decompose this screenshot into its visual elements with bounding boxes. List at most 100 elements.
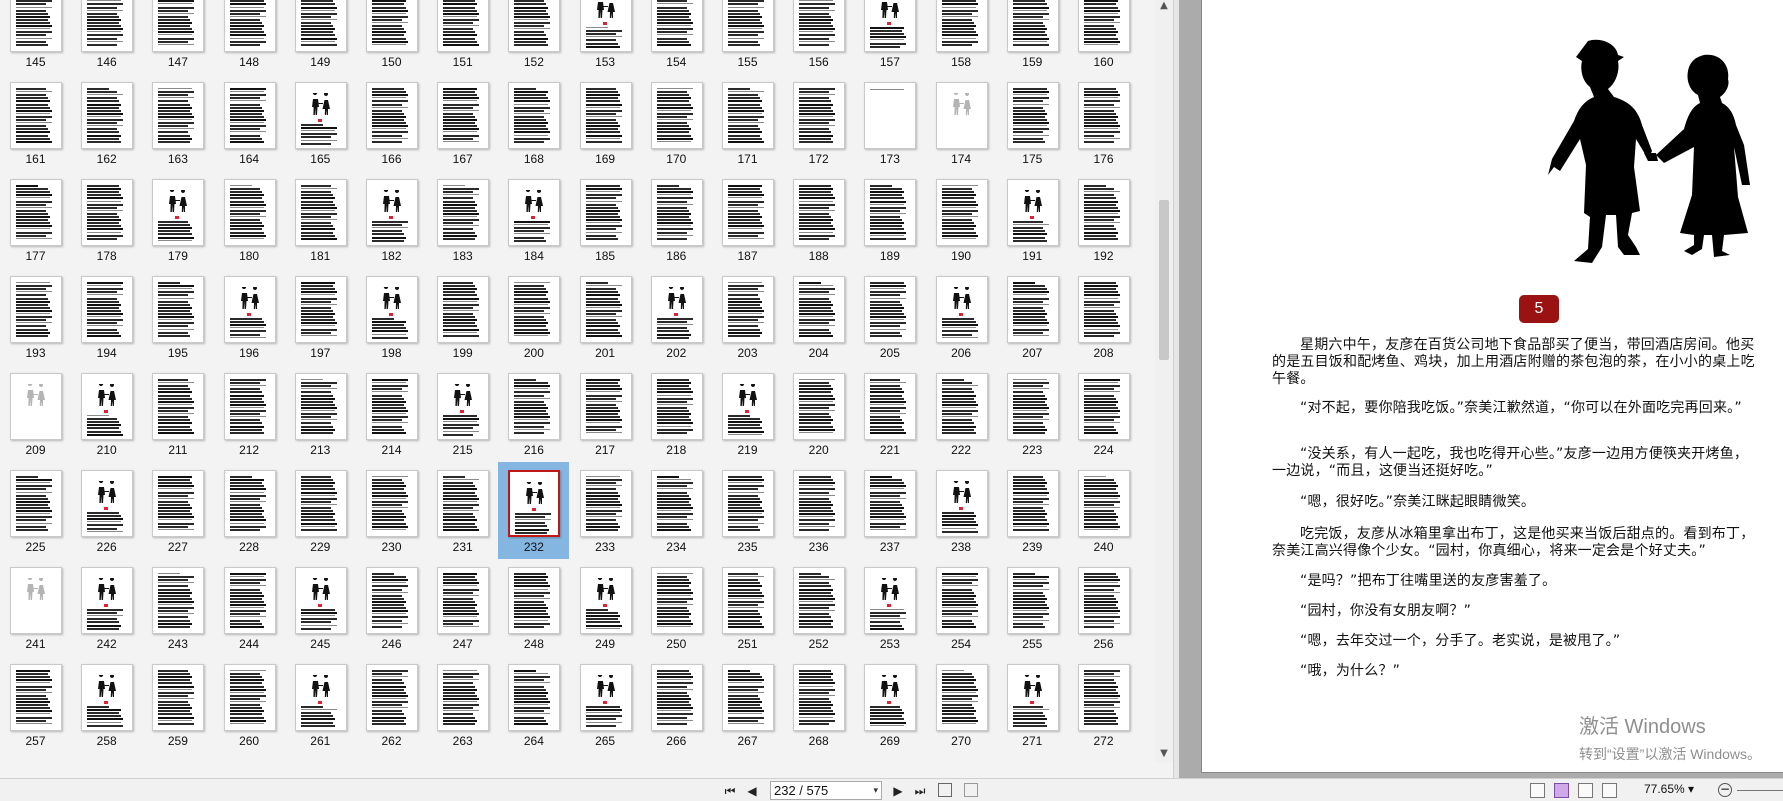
page-thumbnail[interactable]: 167 bbox=[427, 74, 498, 171]
page-thumbnail[interactable]: 149 bbox=[285, 0, 356, 74]
page-thumbnail[interactable]: 201 bbox=[570, 268, 641, 365]
rotate-left-icon[interactable] bbox=[938, 783, 952, 797]
scrollbar-thumb[interactable] bbox=[1159, 200, 1169, 360]
page-thumbnail[interactable]: 247 bbox=[427, 559, 498, 656]
page-thumbnail[interactable]: 157 bbox=[854, 0, 925, 74]
page-thumbnail[interactable]: 223 bbox=[997, 365, 1068, 462]
page-thumbnail[interactable]: 172 bbox=[783, 74, 854, 171]
chevron-down-icon[interactable]: ▾ bbox=[873, 782, 878, 799]
two-page-continuous-view-icon[interactable] bbox=[1602, 783, 1617, 798]
page-thumbnail[interactable]: 153 bbox=[570, 0, 641, 74]
page-thumbnail[interactable]: 159 bbox=[997, 0, 1068, 74]
page-thumbnail[interactable]: 268 bbox=[783, 656, 854, 753]
page-thumbnail[interactable]: 181 bbox=[285, 171, 356, 268]
page-thumbnail[interactable]: 161 bbox=[0, 74, 71, 171]
page-thumbnail[interactable]: 182 bbox=[356, 171, 427, 268]
page-thumbnail[interactable]: 213 bbox=[285, 365, 356, 462]
last-page-button[interactable]: ⏭ bbox=[912, 783, 928, 799]
page-thumbnail[interactable]: 212 bbox=[214, 365, 285, 462]
page-thumbnail[interactable]: 198 bbox=[356, 268, 427, 365]
page-thumbnail[interactable]: 254 bbox=[926, 559, 997, 656]
page-thumbnail[interactable]: 203 bbox=[712, 268, 783, 365]
page-thumbnail[interactable]: 259 bbox=[142, 656, 213, 753]
page-thumbnail[interactable]: 245 bbox=[285, 559, 356, 656]
page-thumbnail[interactable]: 234 bbox=[641, 462, 712, 559]
page-thumbnail[interactable]: 264 bbox=[498, 656, 569, 753]
page-thumbnail[interactable]: 151 bbox=[427, 0, 498, 74]
page-thumbnail[interactable]: 263 bbox=[427, 656, 498, 753]
page-thumbnail[interactable]: 218 bbox=[641, 365, 712, 462]
page-thumbnail[interactable]: 184 bbox=[498, 171, 569, 268]
two-page-view-icon[interactable] bbox=[1578, 783, 1593, 798]
page-thumbnail[interactable]: 146 bbox=[71, 0, 142, 74]
page-thumbnail[interactable]: 250 bbox=[641, 559, 712, 656]
page-thumbnail[interactable]: 175 bbox=[997, 74, 1068, 171]
page-thumbnail[interactable]: 220 bbox=[783, 365, 854, 462]
page-thumbnail[interactable]: 196 bbox=[214, 268, 285, 365]
page-thumbnail[interactable]: 160 bbox=[1068, 0, 1139, 74]
page-thumbnail[interactable]: 227 bbox=[142, 462, 213, 559]
page-thumbnail[interactable]: 178 bbox=[71, 171, 142, 268]
rotate-right-icon[interactable] bbox=[964, 783, 978, 797]
page-thumbnail[interactable]: 224 bbox=[1068, 365, 1139, 462]
page-thumbnail[interactable]: 194 bbox=[71, 268, 142, 365]
page-thumbnail[interactable]: 156 bbox=[783, 0, 854, 74]
page-thumbnail[interactable]: 266 bbox=[641, 656, 712, 753]
page-thumbnail[interactable]: 238 bbox=[926, 462, 997, 559]
page-thumbnail[interactable]: 216 bbox=[498, 365, 569, 462]
page-thumbnail[interactable]: 243 bbox=[142, 559, 213, 656]
page-thumbnail[interactable]: 233 bbox=[570, 462, 641, 559]
page-thumbnail[interactable]: 244 bbox=[214, 559, 285, 656]
page-thumbnail[interactable]: 148 bbox=[214, 0, 285, 74]
scroll-up-icon[interactable]: ▲ bbox=[1158, 0, 1170, 12]
page-thumbnail[interactable]: 236 bbox=[783, 462, 854, 559]
page-thumbnail[interactable]: 169 bbox=[570, 74, 641, 171]
page-thumbnail[interactable]: 200 bbox=[498, 268, 569, 365]
page-thumbnail[interactable]: 154 bbox=[641, 0, 712, 74]
page-thumbnail[interactable]: 225 bbox=[0, 462, 71, 559]
page-thumbnail[interactable]: 173 bbox=[854, 74, 925, 171]
page-thumbnail[interactable]: 205 bbox=[854, 268, 925, 365]
page-thumbnail[interactable]: 208 bbox=[1068, 268, 1139, 365]
page-thumbnail[interactable]: 261 bbox=[285, 656, 356, 753]
page-thumbnail[interactable]: 163 bbox=[142, 74, 213, 171]
page-thumbnail[interactable]: 207 bbox=[997, 268, 1068, 365]
page-thumbnail[interactable]: 215 bbox=[427, 365, 498, 462]
next-page-button[interactable]: ▶ bbox=[890, 783, 906, 799]
page-thumbnail[interactable]: 232 bbox=[498, 462, 570, 559]
page-thumbnail[interactable]: 183 bbox=[427, 171, 498, 268]
page-thumbnail[interactable]: 202 bbox=[641, 268, 712, 365]
page-thumbnail[interactable]: 241 bbox=[0, 559, 71, 656]
page-thumbnail[interactable]: 192 bbox=[1068, 171, 1139, 268]
page-thumbnail[interactable]: 267 bbox=[712, 656, 783, 753]
page-thumbnail[interactable]: 187 bbox=[712, 171, 783, 268]
page-thumbnail[interactable]: 252 bbox=[783, 559, 854, 656]
zoom-dropdown-icon[interactable]: ▾ bbox=[1688, 782, 1694, 796]
page-thumbnail[interactable]: 239 bbox=[997, 462, 1068, 559]
page-thumbnail[interactable]: 168 bbox=[498, 74, 569, 171]
page-thumbnail[interactable]: 257 bbox=[0, 656, 71, 753]
page-thumbnail[interactable]: 209 bbox=[0, 365, 71, 462]
page-thumbnail[interactable]: 197 bbox=[285, 268, 356, 365]
page-thumbnail[interactable]: 179 bbox=[142, 171, 213, 268]
page-thumbnail[interactable]: 189 bbox=[854, 171, 925, 268]
page-thumbnail[interactable]: 199 bbox=[427, 268, 498, 365]
page-thumbnail[interactable]: 152 bbox=[498, 0, 569, 74]
page-thumbnail[interactable]: 165 bbox=[285, 74, 356, 171]
page-thumbnail[interactable]: 188 bbox=[783, 171, 854, 268]
page-thumbnail[interactable]: 186 bbox=[641, 171, 712, 268]
page-thumbnail[interactable]: 180 bbox=[214, 171, 285, 268]
page-thumbnail[interactable]: 262 bbox=[356, 656, 427, 753]
single-page-view-icon[interactable] bbox=[1530, 783, 1545, 798]
page-thumbnail[interactable]: 265 bbox=[570, 656, 641, 753]
page-thumbnail[interactable]: 210 bbox=[71, 365, 142, 462]
thumbnail-scrollbar[interactable]: ▲ ▼ bbox=[1155, 0, 1173, 762]
page-thumbnail[interactable]: 217 bbox=[570, 365, 641, 462]
continuous-view-icon[interactable] bbox=[1554, 783, 1569, 798]
page-thumbnail[interactable]: 166 bbox=[356, 74, 427, 171]
page-thumbnail[interactable]: 248 bbox=[498, 559, 569, 656]
page-thumbnail[interactable]: 190 bbox=[926, 171, 997, 268]
page-thumbnail[interactable]: 176 bbox=[1068, 74, 1139, 171]
page-thumbnail[interactable]: 255 bbox=[997, 559, 1068, 656]
page-thumbnail[interactable]: 193 bbox=[0, 268, 71, 365]
